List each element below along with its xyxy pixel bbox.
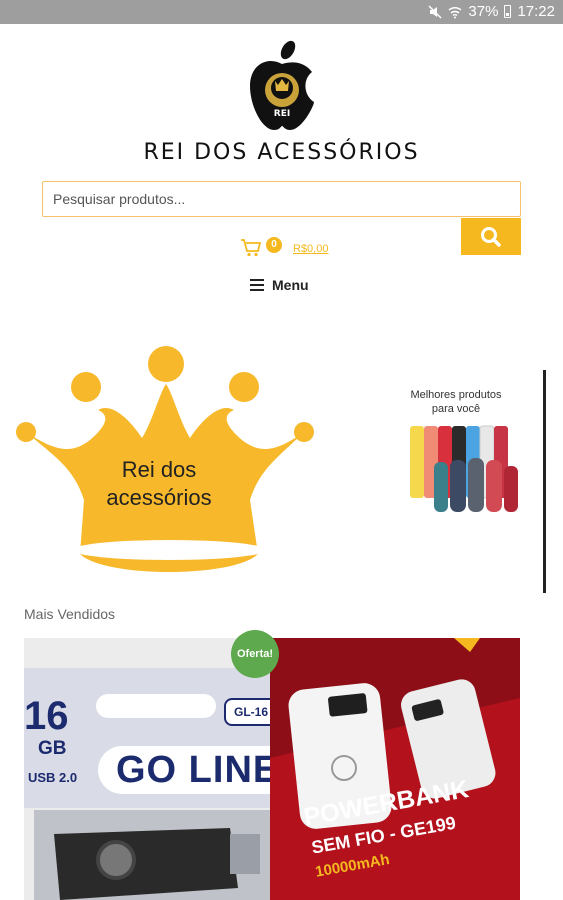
promo-banner[interactable]: Melhores produtos para você [404, 388, 524, 518]
search-icon [481, 226, 501, 247]
wifi-icon [448, 6, 462, 18]
menu-label: Menu [272, 277, 309, 293]
section-title: Mais Vendidos [24, 606, 116, 622]
menu-button[interactable]: Menu [250, 276, 309, 294]
carousel-scrollbar[interactable] [543, 370, 546, 593]
logo-text: REI [274, 109, 290, 119]
battery-percent: 37% [468, 3, 499, 20]
promo-banner-line2: para você [431, 403, 481, 415]
crown-banner-line1: Rei dos [121, 457, 197, 482]
mute-icon [428, 4, 442, 19]
site-title: REI DOS ACESSÓRIOS [143, 140, 420, 165]
usb-capacity: 16 [24, 694, 69, 738]
usb-model: GL-16 [224, 698, 270, 726]
phones-speakers-image [410, 425, 518, 512]
usb-capacity-unit: GB [38, 738, 67, 759]
hamburger-icon [250, 279, 264, 291]
promo-banner-line1: Melhores produtos [410, 389, 502, 401]
product-card-powerbank[interactable]: POWERBANK SEM FIO - GE199 10000mAh [270, 638, 520, 900]
battery-icon [504, 5, 512, 18]
usb-standard: USB 2.0 [28, 770, 78, 785]
search-input[interactable] [42, 181, 521, 217]
promo-banner-text: Melhores produtos para você [404, 388, 508, 416]
crown-banner-text: Rei dos acessórios [74, 456, 244, 512]
powerbank-image [270, 638, 520, 900]
offer-badge: Oferta! [231, 630, 279, 678]
cart-total[interactable]: R$0,00 [293, 243, 328, 255]
cart-icon [241, 239, 262, 257]
status-bar: 37% 17:22 [0, 0, 563, 24]
store-logo[interactable]: REI [244, 40, 320, 132]
product-card-usb[interactable]: 16 GB USB 2.0 GL-16 GO LINE [24, 638, 270, 900]
cart-link[interactable]: 0 R$0,00 [240, 237, 340, 261]
search-button[interactable] [461, 218, 521, 255]
crown-banner[interactable]: Rei dos acessórios [14, 344, 319, 579]
status-icons: 37% 17:22 [428, 3, 555, 20]
cart-count-badge: 0 [266, 237, 282, 253]
clock: 17:22 [517, 3, 555, 20]
crown-banner-line2: acessórios [106, 485, 212, 510]
usb-brand: GO LINE [98, 746, 270, 794]
